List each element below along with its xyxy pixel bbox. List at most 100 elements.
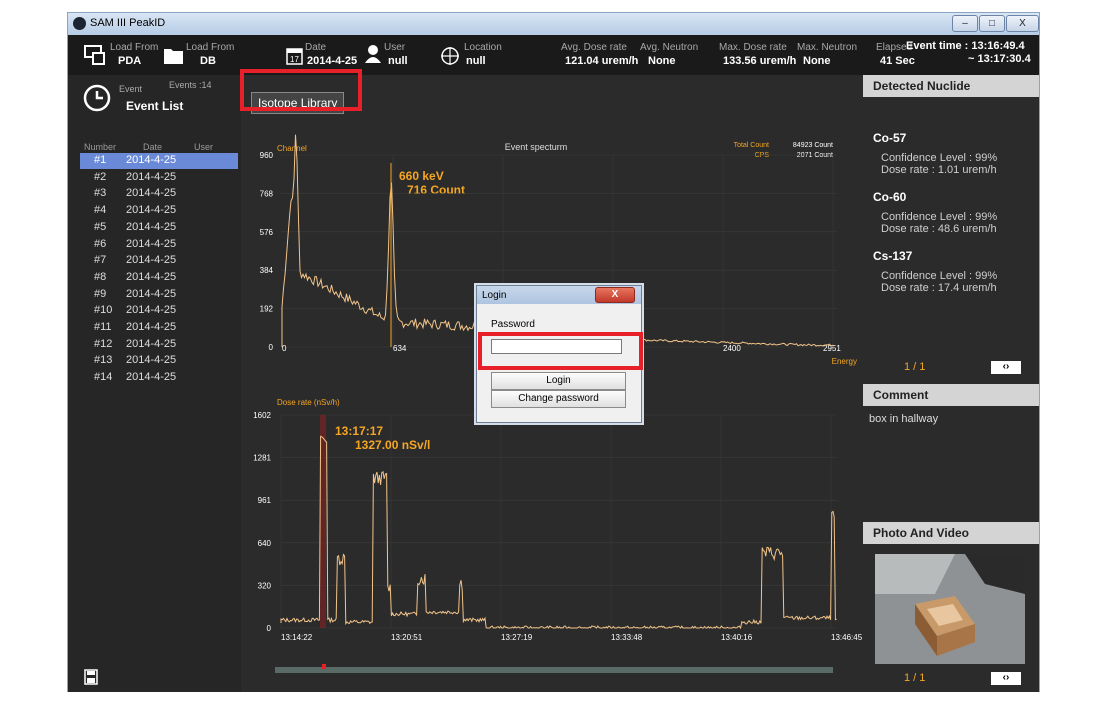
user-label: User — [384, 42, 406, 53]
event-time-end: ~ 13:17:30.4 — [968, 53, 1031, 65]
event-number: #3 — [94, 187, 107, 200]
dose-line — [280, 435, 837, 630]
event-date: 2014-4-25 — [126, 237, 177, 250]
photo-thumbnail[interactable] — [875, 554, 1025, 664]
spectrum-ytick: 960 — [260, 151, 274, 160]
event-number: #9 — [94, 287, 107, 300]
right-panel: Detected Nuclide Co-57 Confidence Level :… — [863, 75, 1039, 692]
location-label: Location — [464, 42, 502, 53]
photo-page: 1 / 1 — [904, 672, 926, 684]
col-date: Date — [143, 142, 163, 152]
max-dose-value: 133.56 urem/h — [723, 55, 797, 67]
calendar-icon: 17 — [286, 48, 303, 65]
event-row[interactable]: #1 2014-4-25 — [80, 153, 238, 169]
detected-nuclide-header: Detected Nuclide — [863, 75, 1039, 97]
dose-xtick: 13:14:22 — [281, 633, 313, 642]
dose-xtick: 13:33:48 — [611, 633, 643, 642]
clock-icon — [83, 84, 111, 112]
spectrum-ytick: 384 — [260, 266, 274, 275]
nuclide-confidence: Confidence Level : 99% — [881, 270, 998, 282]
spectrum-xtick: 0 — [282, 344, 287, 353]
dose-rate-chart[interactable]: Dose rate (nSv/h) 1602 1281 961 640 320 0 13:1… — [241, 393, 863, 663]
nuclide-pager[interactable]: ‹› — [991, 361, 1021, 374]
dose-ytick: 961 — [258, 496, 272, 505]
dose-ytick: 1281 — [253, 454, 271, 463]
event-row[interactable]: #7 2014-4-25 — [80, 253, 238, 269]
login-close-button[interactable]: X — [595, 287, 635, 303]
dose-xtick: 13:27:19 — [501, 633, 533, 642]
avg-neutron-label: Avg. Neutron — [640, 42, 699, 53]
maximize-button[interactable]: □ — [979, 15, 1005, 32]
load-db-label: Load From — [186, 42, 235, 53]
dose-ytick: 1602 — [253, 411, 271, 420]
spectrum-ytick: 0 — [269, 343, 274, 352]
location-value: null — [466, 55, 486, 67]
nuclide-confidence: Confidence Level : 99% — [881, 152, 998, 164]
nuclide-name: Co-60 — [873, 190, 907, 204]
dose-ytick: 0 — [267, 624, 272, 633]
close-window-button[interactable]: X — [1006, 15, 1039, 32]
load-db-button[interactable]: Load From DB — [160, 38, 238, 72]
event-row[interactable]: #5 2014-4-25 — [80, 220, 238, 236]
dose-ylabel: Dose rate (nSv/h) — [277, 398, 340, 407]
total-count-value: 84923 Count — [793, 142, 833, 149]
app-logo-icon — [73, 17, 86, 30]
minimize-button[interactable]: – — [952, 15, 978, 32]
login-dialog-titlebar: Login X — [477, 286, 641, 304]
timeline-scrollbar[interactable] — [275, 664, 833, 673]
login-dialog-title: Login — [482, 290, 507, 301]
event-row[interactable]: #2 2014-4-25 — [80, 170, 238, 186]
comment-header: Comment — [863, 384, 1039, 406]
nuclide-confidence: Confidence Level : 99% — [881, 211, 998, 223]
dose-ytick: 640 — [258, 539, 272, 548]
event-row[interactable]: #8 2014-4-25 — [80, 270, 238, 286]
photo-pager[interactable]: ‹› — [991, 672, 1021, 685]
event-number: #1 — [94, 154, 107, 166]
event-row[interactable]: #10 2014-4-25 — [80, 303, 238, 319]
cps-value: 2071 Count — [797, 152, 833, 159]
nuclide-dose: Dose rate : 17.4 urem/h — [881, 282, 997, 294]
max-neutron-label: Max. Neutron — [797, 42, 858, 53]
peak-energy: 660 keV — [399, 169, 444, 183]
event-row[interactable]: #14 2014-4-25 — [80, 370, 238, 386]
event-row[interactable]: #9 2014-4-25 — [80, 287, 238, 303]
spectrum-ytick: 576 — [260, 228, 274, 237]
nuclide-dose: Dose rate : 1.01 urem/h — [881, 164, 997, 176]
event-row[interactable]: #11 2014-4-25 — [80, 320, 238, 336]
load-pda-label: Load From — [110, 42, 159, 53]
avg-neutron-value: None — [648, 55, 676, 67]
event-date: 2014-4-25 — [126, 337, 177, 350]
timeline-marker[interactable] — [322, 664, 326, 669]
load-pda-button[interactable]: Load From PDA — [76, 38, 158, 72]
event-list-title: Event List — [126, 99, 184, 113]
title-bar: SAM III PeakID – □ X — [68, 13, 1039, 35]
event-row[interactable]: #13 2014-4-25 — [80, 353, 238, 369]
dose-cursor-value: 1327.00 nSv/l — [355, 438, 430, 452]
spectrum-title: Event specturm — [505, 142, 568, 152]
dose-ytick: 320 — [258, 581, 272, 590]
user-value: null — [388, 55, 408, 67]
event-number: #13 — [94, 354, 113, 367]
event-row[interactable]: #3 2014-4-25 — [80, 186, 238, 202]
nuclide-page: 1 / 1 — [904, 361, 926, 373]
event-date: 2014-4-25 — [126, 270, 177, 283]
password-label: Password — [491, 319, 535, 330]
comment-text: box in hallway — [869, 413, 939, 425]
avg-dose-label: Avg. Dose rate — [561, 42, 627, 53]
event-date: 2014-4-25 — [126, 354, 177, 367]
crosshair-icon — [441, 47, 459, 65]
highlight-password — [478, 332, 643, 370]
event-date: 2014-4-25 — [126, 154, 177, 166]
event-row[interactable]: #12 2014-4-25 — [80, 337, 238, 353]
col-user: User — [194, 142, 214, 152]
load-pda-value: PDA — [118, 55, 142, 67]
event-row[interactable]: #6 2014-4-25 — [80, 237, 238, 253]
change-password-button[interactable]: Change password — [491, 390, 626, 408]
spectrum-ylabel: Channel — [277, 144, 307, 153]
user-icon — [365, 45, 381, 63]
event-row[interactable]: #4 2014-4-25 — [80, 203, 238, 219]
event-date: 2014-4-25 — [126, 254, 177, 267]
event-date: 2014-4-25 — [126, 304, 177, 317]
save-icon[interactable] — [84, 669, 98, 685]
login-button[interactable]: Login — [491, 372, 626, 390]
